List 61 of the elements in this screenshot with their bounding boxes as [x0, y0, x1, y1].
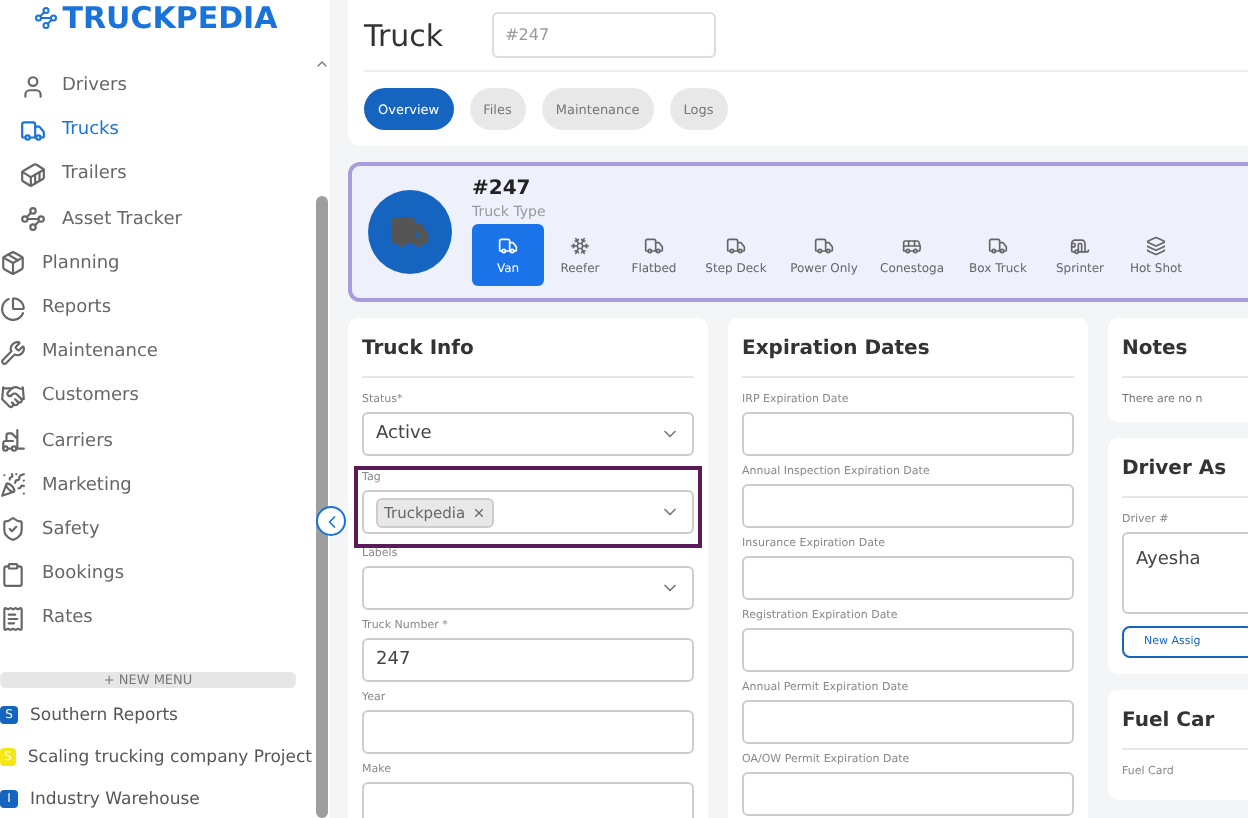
scrollbar-thumb[interactable] — [315, 196, 327, 818]
logo: TRUCKPEDIA — [0, 0, 312, 36]
logo-icon — [34, 6, 59, 30]
sidebar-item[interactable]: Asset Tracker — [0, 197, 312, 242]
snowflake-icon — [570, 235, 590, 255]
text-field[interactable]: 247 — [362, 638, 694, 682]
close-icon — [471, 505, 486, 519]
forklift-icon — [0, 428, 26, 455]
select-field[interactable] — [362, 566, 694, 610]
truck-icon — [498, 235, 518, 255]
date-field[interactable] — [742, 700, 1074, 744]
sidebar-item[interactable]: Bookings — [0, 552, 312, 597]
box-icon — [0, 250, 26, 277]
clipboard-icon — [0, 561, 26, 588]
sidebar-item[interactable]: Safety — [0, 507, 312, 553]
sidebar-item[interactable]: Planning — [0, 241, 312, 286]
sidebar-item[interactable]: Customers — [0, 374, 312, 419]
handshake-icon — [0, 383, 26, 410]
card-title: Notes — [1122, 334, 1248, 378]
text-field[interactable] — [362, 710, 694, 754]
sidebar-item[interactable]: Maintenance — [0, 330, 312, 375]
card-title: Expiration Dates — [742, 334, 1074, 378]
date-field[interactable] — [742, 628, 1074, 672]
bus-icon — [902, 235, 922, 255]
shield-check-icon — [0, 516, 26, 543]
card-title: Truck Info — [362, 334, 694, 378]
truck-number: #247 — [472, 178, 533, 200]
truck-icon — [988, 235, 1008, 255]
truck-icon — [390, 212, 430, 252]
caravan-icon — [1070, 235, 1090, 255]
collapse-button[interactable] — [316, 506, 346, 536]
sidebar-item[interactable]: Drivers — [0, 64, 312, 109]
wrench-icon — [0, 339, 26, 366]
truck-icon — [644, 235, 664, 255]
card-title: Driver As — [1122, 454, 1248, 498]
card-title: Fuel Car — [1122, 706, 1248, 750]
text-field[interactable] — [362, 782, 694, 818]
receipt-icon — [0, 605, 26, 632]
route-icon — [20, 206, 46, 233]
driver-field[interactable]: Ayesha — [1122, 532, 1248, 614]
party-popper-icon — [0, 472, 26, 499]
layers-icon — [1146, 235, 1166, 255]
page-title: Truck — [364, 17, 444, 53]
select-field[interactable]: Active — [362, 412, 694, 456]
person-icon — [20, 73, 46, 100]
sidebar-item[interactable]: Carriers — [0, 419, 312, 464]
scroll-up-icon — [313, 56, 329, 72]
date-field[interactable] — [742, 484, 1074, 528]
truck-icon — [20, 117, 46, 144]
sidebar-item[interactable]: Trailers — [0, 152, 312, 198]
sidebar-item[interactable]: Rates — [0, 596, 312, 641]
truck-icon — [726, 235, 746, 255]
date-field[interactable] — [742, 772, 1074, 816]
sidebar-item[interactable]: Trucks — [0, 108, 312, 153]
pie-chart-icon — [0, 295, 26, 322]
date-field[interactable] — [742, 556, 1074, 600]
truck-icon — [814, 235, 834, 255]
sidebar-item[interactable]: Marketing — [0, 463, 312, 508]
date-field[interactable] — [742, 412, 1074, 456]
sidebar-item[interactable]: Reports — [0, 285, 312, 331]
truck-number-field[interactable]: #247 — [491, 12, 716, 58]
